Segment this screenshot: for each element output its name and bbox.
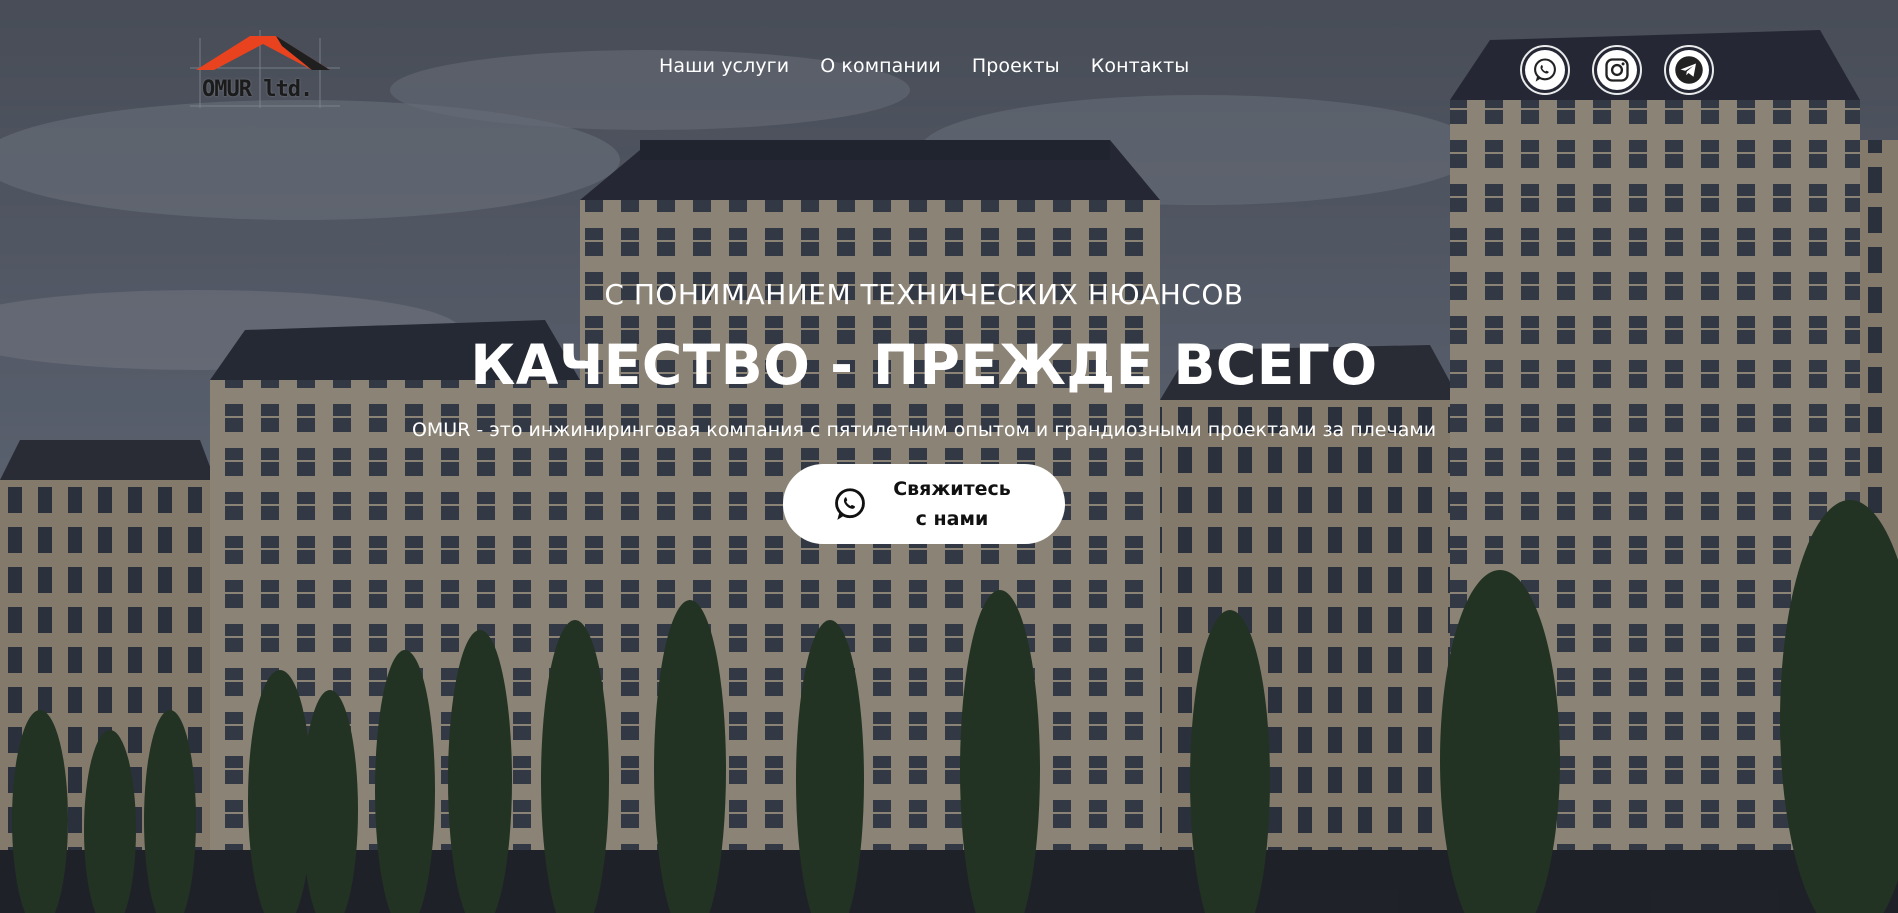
main-nav: Наши услуги О компании Проекты Контакты (659, 55, 1189, 77)
nav-item-about[interactable]: О компании (820, 55, 941, 77)
nav-item-projects[interactable]: Проекты (972, 55, 1060, 77)
instagram-icon (1605, 58, 1629, 82)
telegram-icon (1675, 56, 1703, 84)
hero-description: OMUR - это инжиниринговая компания с пят… (411, 419, 1437, 441)
telegram-button[interactable] (1664, 45, 1714, 95)
instagram-button[interactable] (1592, 45, 1642, 95)
contact-us-button[interactable]: Свяжитесь с нами (783, 464, 1065, 544)
whatsapp-icon (835, 488, 865, 520)
whatsapp-button[interactable] (1520, 45, 1570, 95)
hero-subtitle: С ПОНИМАНИЕМ ТЕХНИЧЕСКИХ НЮАНСОВ (604, 278, 1244, 311)
logo[interactable]: OMUR ltd. (190, 28, 340, 112)
site-header: OMUR ltd. Наши услуги О компании Проекты… (0, 0, 1898, 140)
social-links (1520, 45, 1714, 95)
hero-content: С ПОНИМАНИЕМ ТЕХНИЧЕСКИХ НЮАНСОВ КАЧЕСТВ… (0, 278, 1898, 544)
nav-item-services[interactable]: Наши услуги (659, 55, 789, 77)
hero-headline: КАЧЕСТВО - ПРЕЖДЕ ВСЕГО (470, 333, 1378, 397)
nav-item-contacts[interactable]: Контакты (1091, 55, 1190, 77)
whatsapp-icon (1534, 58, 1556, 82)
contact-us-label: Свяжитесь с нами (893, 478, 1011, 530)
logo-text: OMUR ltd. (202, 77, 313, 102)
hero-section: OMUR ltd. Наши услуги О компании Проекты… (0, 0, 1898, 913)
